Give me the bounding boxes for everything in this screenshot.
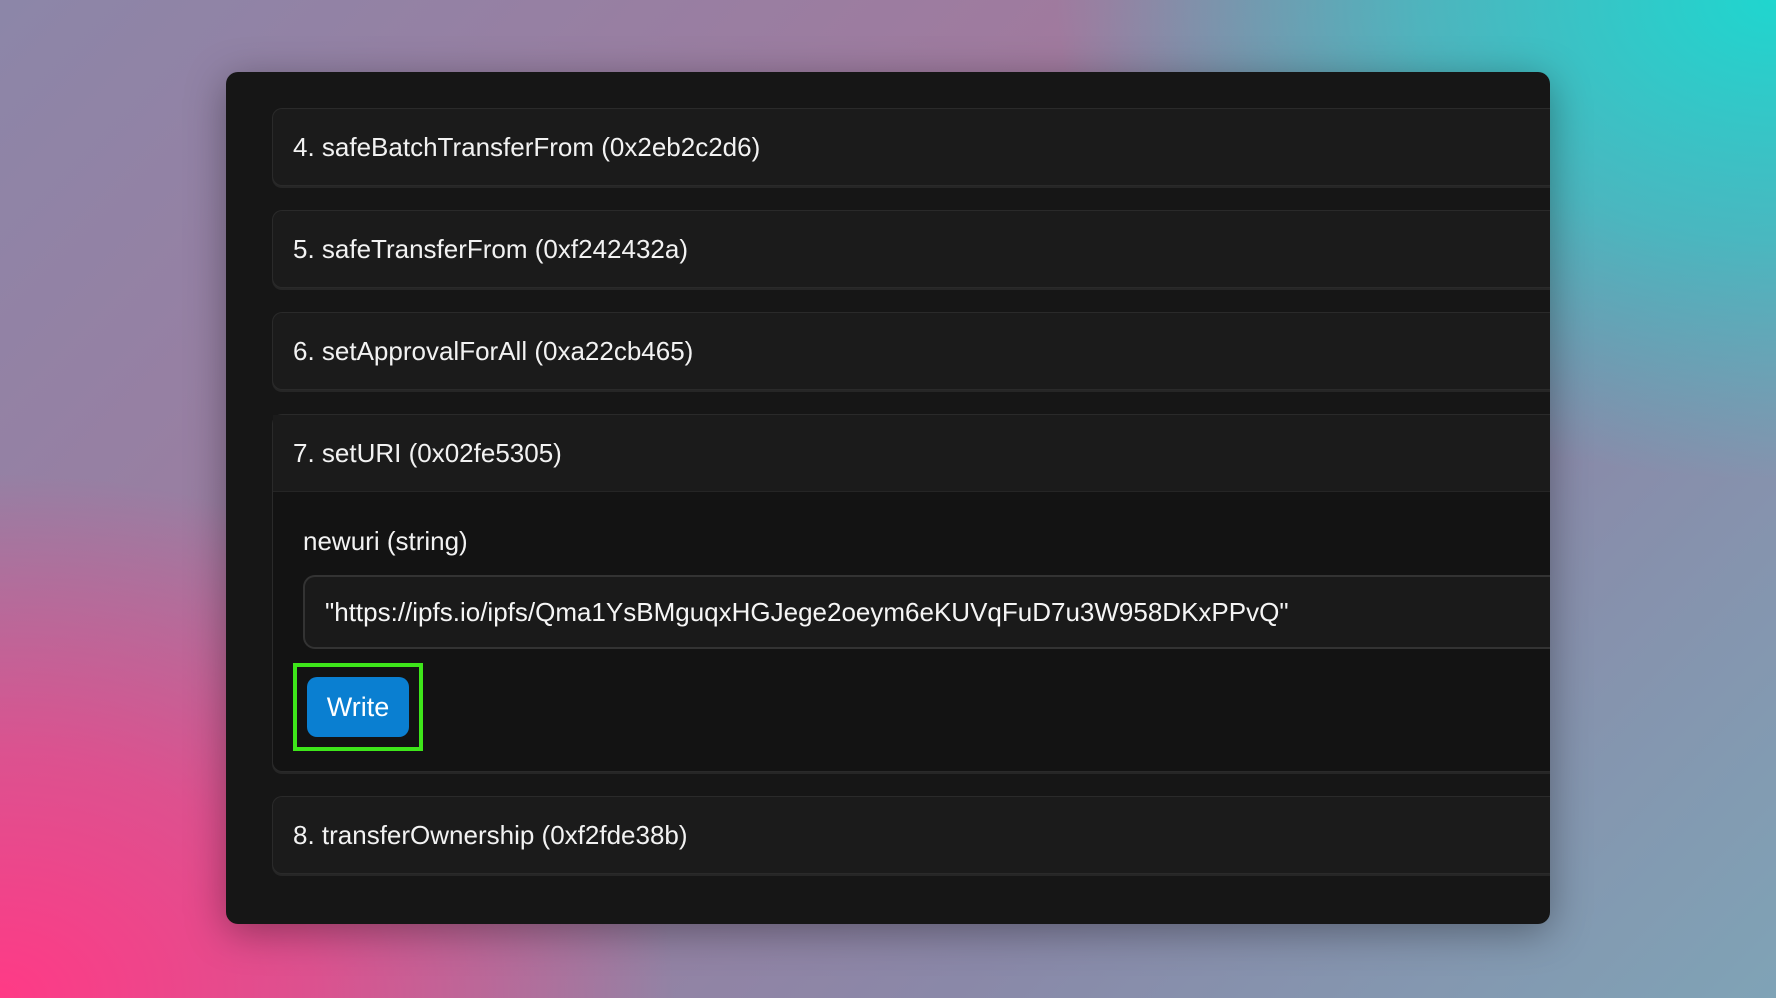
function-title: 8. transferOwnership (0xf2fde38b) — [293, 819, 688, 850]
function-header-safebatchtransferfrom[interactable]: 4. safeBatchTransferFrom (0x2eb2c2d6) — [273, 109, 1550, 185]
function-card-safetransferfrom: 5. safeTransferFrom (0xf242432a) — [272, 210, 1550, 288]
function-card-setapprovalforall: 6. setApprovalForAll (0xa22cb465) — [272, 312, 1550, 390]
function-card-transferownership: 8. transferOwnership (0xf2fde38b) — [272, 796, 1550, 874]
function-title: 4. safeBatchTransferFrom (0x2eb2c2d6) — [293, 131, 761, 162]
write-button[interactable]: Write — [307, 677, 409, 737]
function-title: 7. setURI (0x02fe5305) — [293, 437, 562, 468]
function-header-setapprovalforall[interactable]: 6. setApprovalForAll (0xa22cb465) — [273, 313, 1550, 389]
function-title: 6. setApprovalForAll (0xa22cb465) — [293, 335, 694, 366]
contract-write-panel: 4. safeBatchTransferFrom (0x2eb2c2d6) 5.… — [226, 72, 1550, 924]
param-label-newuri: newuri (string) — [303, 526, 468, 556]
write-button-highlight: Write — [293, 663, 423, 751]
function-header-safetransferfrom[interactable]: 5. safeTransferFrom (0xf242432a) — [273, 211, 1550, 287]
function-title: 5. safeTransferFrom (0xf242432a) — [293, 233, 688, 264]
function-list: 4. safeBatchTransferFrom (0x2eb2c2d6) 5.… — [272, 108, 1550, 898]
function-body-seturi: newuri (string) Write — [273, 492, 1550, 771]
function-header-transferownership[interactable]: 8. transferOwnership (0xf2fde38b) — [273, 797, 1550, 873]
function-card-safebatchtransferfrom: 4. safeBatchTransferFrom (0x2eb2c2d6) — [272, 108, 1550, 186]
function-card-seturi: 7. setURI (0x02fe5305) newuri (string) W… — [272, 414, 1550, 772]
function-header-seturi[interactable]: 7. setURI (0x02fe5305) — [273, 415, 1550, 492]
newuri-input[interactable] — [303, 575, 1550, 649]
